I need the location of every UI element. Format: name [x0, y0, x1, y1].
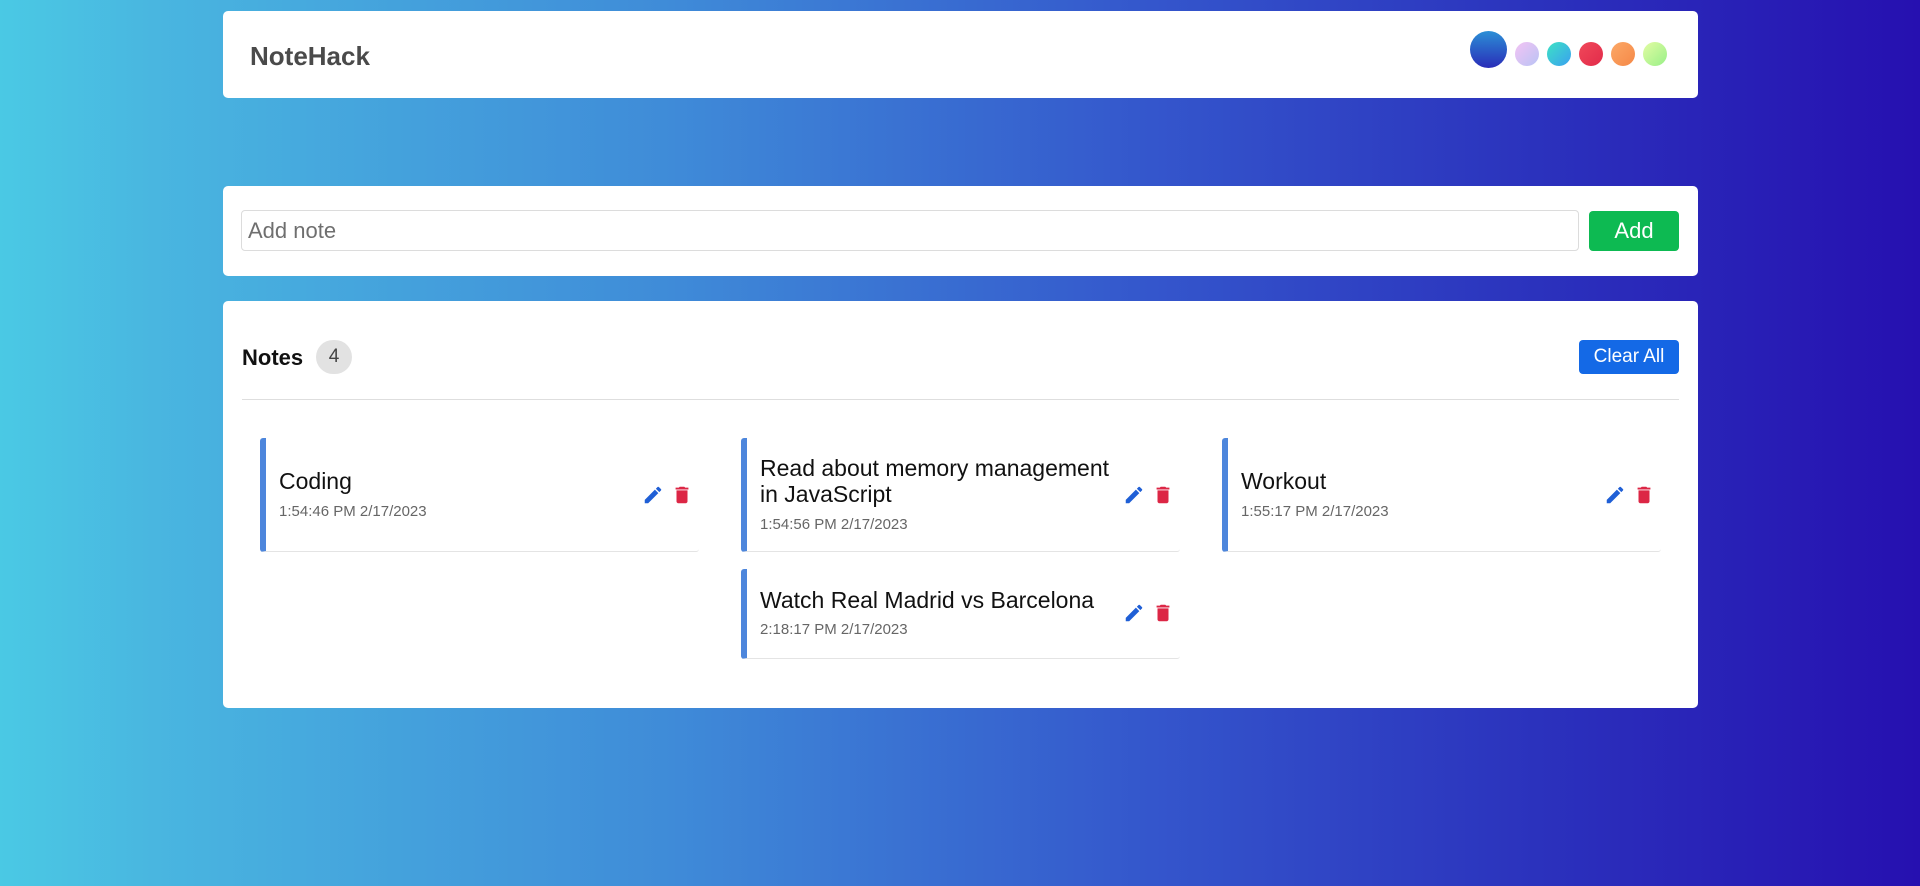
theme-swatch-lavender[interactable]	[1515, 42, 1539, 66]
pencil-icon[interactable]	[1123, 602, 1145, 624]
notes-heading: Notes	[242, 345, 304, 370]
note-title: Watch Real Madrid vs Barcelona	[760, 587, 1095, 613]
notes-panel: Notes 4 Clear All Coding 1:54:46 PM 2/17…	[223, 301, 1698, 708]
notes-divider	[242, 399, 1679, 400]
trash-icon[interactable]	[671, 484, 693, 506]
note-timestamp: 1:54:56 PM 2/17/2023	[760, 516, 908, 533]
add-note-button[interactable]: Add	[1589, 211, 1679, 251]
pencil-icon[interactable]	[1604, 484, 1626, 506]
note-card: Watch Real Madrid vs Barcelona 2:18:17 P…	[741, 569, 1180, 659]
trash-icon[interactable]	[1152, 484, 1174, 506]
theme-picker	[1462, 31, 1667, 74]
theme-swatch-orange[interactable]	[1611, 42, 1635, 66]
note-timestamp: 1:55:17 PM 2/17/2023	[1241, 503, 1389, 520]
note-card: Read about memory management in JavaScri…	[741, 438, 1180, 552]
note-timestamp: 2:18:17 PM 2/17/2023	[760, 621, 908, 638]
trash-icon[interactable]	[1633, 484, 1655, 506]
note-title: Coding	[279, 468, 352, 494]
theme-swatch-blue[interactable]	[1470, 31, 1507, 68]
pencil-icon[interactable]	[1123, 484, 1145, 506]
add-note-panel: Add	[223, 186, 1698, 276]
clear-all-button[interactable]: Clear All	[1579, 340, 1679, 374]
theme-swatch-aqua[interactable]	[1547, 42, 1571, 66]
theme-swatch-red[interactable]	[1579, 42, 1603, 66]
note-card: Coding 1:54:46 PM 2/17/2023	[260, 438, 699, 552]
note-title: Read about memory management in JavaScri…	[760, 455, 1110, 507]
app-header: NoteHack	[223, 11, 1698, 98]
add-note-input[interactable]	[241, 210, 1579, 251]
app-brand: NoteHack	[250, 41, 370, 71]
note-timestamp: 1:54:46 PM 2/17/2023	[279, 503, 427, 520]
note-title: Workout	[1241, 468, 1327, 494]
trash-icon[interactable]	[1152, 602, 1174, 624]
notes-count-badge: 4	[316, 340, 352, 374]
theme-swatch-lime[interactable]	[1643, 42, 1667, 66]
note-card: Workout 1:55:17 PM 2/17/2023	[1222, 438, 1661, 552]
pencil-icon[interactable]	[642, 484, 664, 506]
